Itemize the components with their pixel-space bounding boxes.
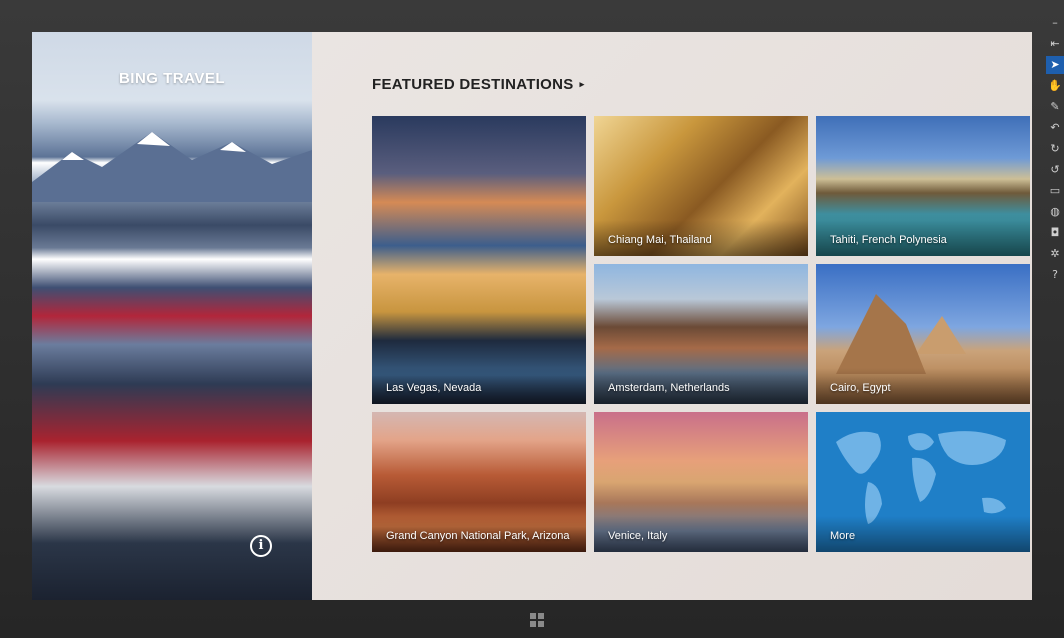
- charms-toolbar: – ⇤ ➤ ✋ ✎ ↶ ↻ ↺ ▭ ◍ ◘ ✲ ?: [1046, 14, 1064, 304]
- tile-label: Amsterdam, Netherlands: [608, 382, 730, 394]
- tile-tahiti[interactable]: Tahiti, French Polynesia: [816, 116, 1030, 256]
- tile-label: Cairo, Egypt: [830, 382, 891, 394]
- tile-cairo[interactable]: Cairo, Egypt: [816, 264, 1030, 404]
- windows-logo-icon[interactable]: [530, 613, 544, 627]
- globe-icon[interactable]: ◍: [1046, 203, 1064, 221]
- settings-icon[interactable]: ✲: [1046, 245, 1064, 263]
- tile-more[interactable]: More: [816, 412, 1030, 552]
- tile-venice[interactable]: Venice, Italy: [594, 412, 808, 552]
- rotate-icon[interactable]: ↺: [1046, 161, 1064, 179]
- pen-icon[interactable]: ✎: [1046, 98, 1064, 116]
- chevron-right-icon: ▸: [579, 79, 585, 89]
- rotate-right-icon[interactable]: ↻: [1046, 140, 1064, 158]
- rotate-left-icon[interactable]: ↶: [1046, 119, 1064, 137]
- featured-destinations-panel: FEATURED DESTINATIONS ▸ Las Vegas, Nevada…: [312, 32, 1032, 600]
- app-screen: BING TRAVEL i FEATURED DESTINATIONS ▸ Las…: [32, 32, 1032, 600]
- pointer-icon[interactable]: ➤: [1046, 56, 1064, 74]
- tile-las-vegas[interactable]: Las Vegas, Nevada: [372, 116, 586, 404]
- app-title: BING TRAVEL: [118, 70, 226, 87]
- info-icon[interactable]: i: [250, 535, 272, 557]
- tile-grand-canyon[interactable]: Grand Canyon National Park, Arizona: [372, 412, 586, 552]
- tile-label: Tahiti, French Polynesia: [830, 234, 947, 246]
- back-icon[interactable]: ⇤: [1046, 35, 1064, 53]
- tile-label: Grand Canyon National Park, Arizona: [386, 530, 570, 542]
- tile-chiang-mai[interactable]: Chiang Mai, Thailand: [594, 116, 808, 256]
- hero-image-panel: BING TRAVEL i: [32, 32, 312, 600]
- minimize-icon[interactable]: –: [1046, 14, 1064, 32]
- tile-label: Venice, Italy: [608, 530, 668, 542]
- tile-amsterdam[interactable]: Amsterdam, Netherlands: [594, 264, 808, 404]
- help-icon[interactable]: ?: [1046, 266, 1064, 284]
- tile-label: More: [830, 530, 856, 542]
- mountain-illustration: [32, 132, 312, 202]
- camera-icon[interactable]: ◘: [1046, 224, 1064, 242]
- tile-label: Chiang Mai, Thailand: [608, 234, 712, 246]
- tile-label: Las Vegas, Nevada: [386, 382, 482, 394]
- hand-icon[interactable]: ✋: [1046, 77, 1064, 95]
- monitor-icon[interactable]: ▭: [1046, 182, 1064, 200]
- section-title-text: FEATURED DESTINATIONS: [372, 76, 574, 93]
- section-title-link[interactable]: FEATURED DESTINATIONS ▸: [372, 76, 584, 93]
